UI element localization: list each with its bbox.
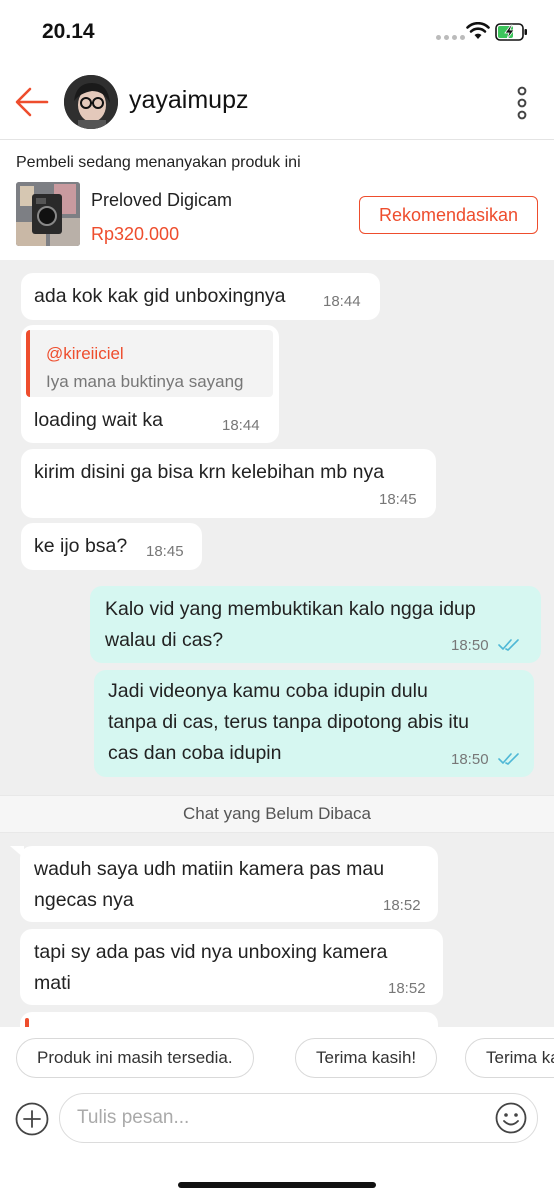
unread-divider: Chat yang Belum Dibaca	[0, 795, 554, 833]
message-text: Jadi videonya kamu coba idupin dulu tanp…	[108, 676, 469, 769]
product-name[interactable]: Preloved Digicam	[91, 190, 232, 211]
message-text: waduh saya udh matiin kamera pas mau nge…	[34, 854, 384, 916]
message-time: 18:44	[323, 293, 361, 310]
message-line: cas dan coba idupin	[108, 742, 282, 764]
message-time: 18:52	[388, 980, 426, 997]
message-bubble[interactable]: kirim disini ga bisa krn kelebihan mb ny…	[21, 449, 436, 518]
status-bar: 20.14	[0, 0, 554, 66]
message-text: loading wait ka	[34, 409, 163, 431]
add-attachment-icon[interactable]	[15, 1102, 49, 1136]
message-time: 18:52	[383, 897, 421, 914]
status-time: 20.14	[42, 20, 95, 43]
more-options-icon[interactable]	[512, 86, 532, 120]
contact-name[interactable]: yayaimupz	[129, 86, 249, 115]
message-text: tapi sy ada pas vid nya unboxing kamera …	[34, 937, 387, 999]
message-text: ke ijo bsa?	[34, 535, 128, 557]
message-line: waduh saya udh matiin kamera pas mau	[34, 858, 385, 880]
message-line: tapi sy ada pas vid nya unboxing kamera	[34, 941, 388, 963]
message-time: 18:44	[222, 417, 260, 434]
product-thumbnail[interactable]	[16, 182, 80, 246]
product-inquiry-card: Pembeli sedang menanyakan produk ini Pre…	[0, 140, 554, 260]
message-text: Kalo vid yang membuktikan kalo ngga idup…	[105, 594, 476, 656]
cellular-signal-icon	[436, 35, 465, 40]
quick-reply-chip[interactable]: Produk ini masih tersedia.	[16, 1038, 254, 1078]
battery-charging-icon	[495, 23, 527, 41]
message-time: 18:50	[451, 751, 489, 768]
message-time: 18:50	[451, 637, 489, 654]
message-time: 18:45	[379, 491, 417, 508]
message-bubble[interactable]: Jadi videonya kamu coba idupin dulu tanp…	[94, 670, 534, 777]
message-line: mati	[34, 972, 71, 994]
read-check-icon	[498, 753, 519, 765]
quote-username: @kireiiciel	[46, 344, 124, 363]
wifi-icon	[466, 22, 490, 39]
quick-replies-bar: Produk ini masih tersedia. Terima kasih!…	[0, 1027, 554, 1087]
message-line: walau di cas?	[105, 629, 224, 651]
avatar[interactable]	[64, 75, 118, 129]
message-bubble[interactable]: @kireiiciel Iya mana buktinya sayang loa…	[21, 325, 279, 443]
product-price: Rp320.000	[91, 224, 180, 244]
quick-reply-chip[interactable]: Terima kasih!	[295, 1038, 438, 1078]
message-line: Jadi videonya kamu coba idupin dulu	[108, 680, 428, 702]
message-bubble[interactable]: ke ijo bsa? 18:45	[21, 523, 202, 570]
quote-text: Iya mana buktinya sayang	[46, 372, 244, 391]
chat-header: yayaimupz	[0, 66, 554, 140]
read-check-icon	[498, 639, 519, 651]
message-input[interactable]	[59, 1093, 538, 1143]
message-line: Kalo vid yang membuktikan kalo ngga idup	[105, 598, 476, 620]
message-line: tanpa di cas, terus tanpa dipotong abis …	[108, 711, 469, 733]
recommend-button[interactable]: Rekomendasikan	[359, 196, 538, 234]
emoji-icon[interactable]	[495, 1102, 527, 1134]
message-line: ngecas nya	[34, 889, 134, 911]
message-time: 18:45	[146, 543, 184, 560]
quoted-message[interactable]: @kireiiciel Iya mana buktinya sayang	[26, 330, 273, 397]
message-text: ada kok kak gid unboxingnya	[34, 285, 286, 307]
bubble-tail-icon	[10, 846, 24, 858]
message-bubble[interactable]: tapi sy ada pas vid nya unboxing kamera …	[20, 929, 443, 1005]
back-arrow-icon[interactable]	[14, 86, 50, 118]
home-indicator[interactable]	[178, 1182, 376, 1188]
message-bubble[interactable]: ada kok kak gid unboxingnya 18:44	[21, 273, 380, 320]
message-input-bar	[0, 1087, 554, 1199]
quick-reply-chip[interactable]: Terima kasih	[465, 1038, 554, 1078]
message-bubble[interactable]: waduh saya udh matiin kamera pas mau nge…	[10, 846, 438, 922]
product-notice: Pembeli sedang menanyakan produk ini	[16, 154, 301, 171]
message-text: kirim disini ga bisa krn kelebihan mb ny…	[34, 461, 385, 483]
message-bubble[interactable]: Kalo vid yang membuktikan kalo ngga idup…	[90, 586, 541, 663]
